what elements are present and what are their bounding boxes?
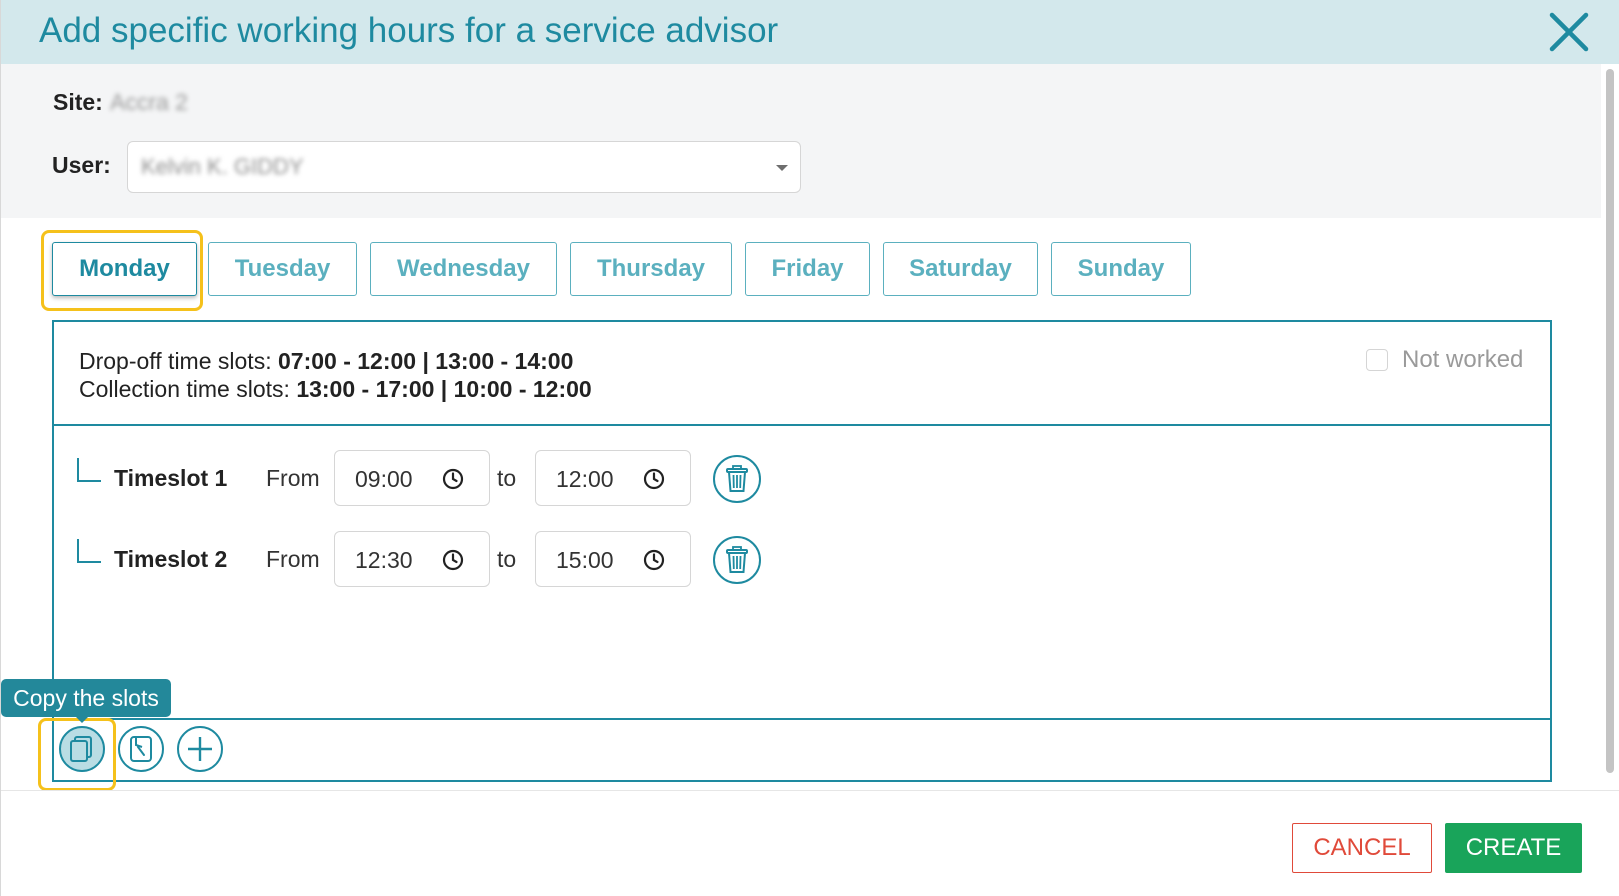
- timeslot-row: Timeslot 1 From 09:00 to 12:00: [77, 450, 777, 508]
- close-icon[interactable]: [1547, 10, 1591, 54]
- clock-icon[interactable]: [441, 467, 465, 491]
- from-time-value: 09:00: [355, 466, 413, 492]
- timeslot-label: Timeslot 2: [114, 546, 228, 572]
- tab-saturday[interactable]: Saturday: [883, 242, 1038, 296]
- day-slots-panel: Drop-off time slots: 07:00 - 12:00 | 13:…: [52, 320, 1552, 782]
- timeslot-label: Timeslot 1: [114, 465, 228, 491]
- dialog-header: Add specific working hours for a service…: [1, 0, 1619, 64]
- to-time-value: 15:00: [556, 547, 614, 573]
- to-label: to: [497, 546, 517, 572]
- user-label: User:: [52, 152, 111, 178]
- dropoff-summary: Drop-off time slots: 07:00 - 12:00 | 13:…: [79, 348, 573, 375]
- to-time-value: 12:00: [556, 466, 614, 492]
- paste-slots-icon[interactable]: [117, 725, 165, 773]
- cancel-button[interactable]: CANCEL: [1292, 823, 1432, 873]
- collection-summary: Collection time slots: 13:00 - 17:00 | 1…: [79, 376, 592, 403]
- dropoff-label: Drop-off time slots:: [79, 348, 278, 374]
- create-button[interactable]: CREATE: [1445, 823, 1582, 873]
- slots-summary: Drop-off time slots: 07:00 - 12:00 | 13:…: [54, 322, 1550, 426]
- tree-connector: [77, 539, 101, 563]
- tab-tuesday[interactable]: Tuesday: [208, 242, 357, 296]
- to-label: to: [497, 465, 517, 491]
- toolbar-divider: [54, 718, 1550, 720]
- copy-slots-tooltip: Copy the slots: [1, 679, 171, 717]
- from-time-value: 12:30: [355, 547, 413, 573]
- clock-icon[interactable]: [441, 548, 465, 572]
- tooltip-arrow: [76, 717, 88, 723]
- not-worked-toggle[interactable]: Not worked: [1366, 346, 1523, 374]
- tree-connector: [77, 458, 101, 482]
- clock-icon[interactable]: [642, 548, 666, 572]
- collection-value: 13:00 - 17:00 | 10:00 - 12:00: [296, 376, 592, 402]
- user-select-value: Kelvin K. GIDDY: [141, 154, 304, 179]
- from-time-input[interactable]: 09:00: [334, 450, 490, 506]
- clock-icon[interactable]: [642, 467, 666, 491]
- site-label: Site:: [53, 89, 103, 115]
- working-hours-dialog: Add specific working hours for a service…: [0, 0, 1619, 896]
- tab-friday[interactable]: Friday: [745, 242, 870, 296]
- trash-icon[interactable]: [712, 535, 762, 585]
- chevron-down-icon: [776, 165, 788, 171]
- dialog-title: Add specific working hours for a service…: [39, 11, 779, 50]
- not-worked-checkbox[interactable]: [1366, 349, 1388, 371]
- timeslot-row: Timeslot 2 From 12:30 to 15:00: [77, 531, 777, 589]
- dropoff-value: 07:00 - 12:00 | 13:00 - 14:00: [277, 348, 574, 374]
- add-slot-icon[interactable]: [176, 725, 224, 773]
- copy-slots-icon[interactable]: [58, 725, 106, 773]
- to-time-input[interactable]: 12:00: [535, 450, 691, 506]
- user-select[interactable]: Kelvin K. GIDDY: [127, 141, 801, 193]
- to-time-input[interactable]: 15:00: [535, 531, 691, 587]
- not-worked-label: Not worked: [1402, 346, 1524, 373]
- tab-thursday[interactable]: Thursday: [570, 242, 732, 296]
- scrollbar[interactable]: [1603, 66, 1617, 776]
- tab-monday[interactable]: Monday: [52, 242, 197, 296]
- site-value: Accra 2: [110, 89, 188, 115]
- from-label: From: [266, 546, 320, 572]
- tab-sunday[interactable]: Sunday: [1051, 242, 1191, 296]
- tab-wednesday[interactable]: Wednesday: [370, 242, 557, 296]
- scrollbar-thumb[interactable]: [1606, 69, 1614, 773]
- from-label: From: [266, 465, 320, 491]
- trash-icon[interactable]: [712, 454, 762, 504]
- from-time-input[interactable]: 12:30: [334, 531, 490, 587]
- collection-label: Collection time slots:: [79, 376, 297, 402]
